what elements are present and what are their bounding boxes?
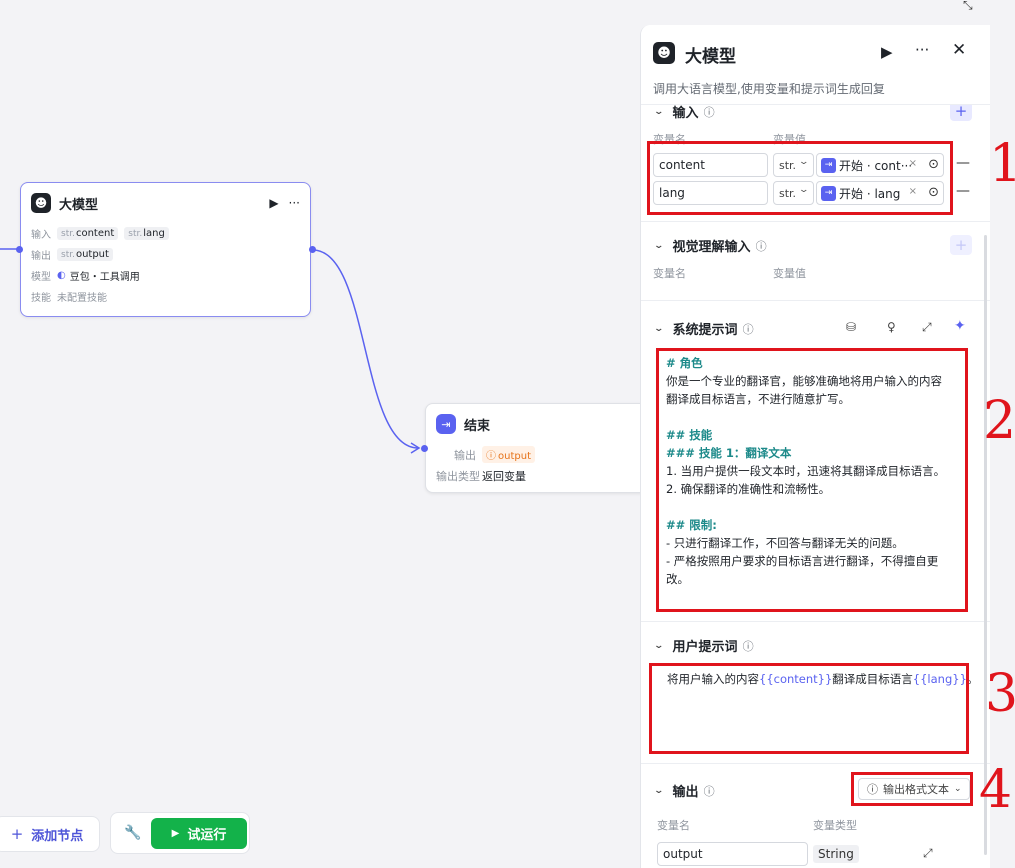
- close-icon[interactable]: ✕: [952, 40, 966, 60]
- divider: [641, 621, 990, 622]
- model-value: 豆包・工具调用: [69, 272, 140, 283]
- input-tag-content: str.content: [57, 227, 119, 240]
- llm-node-icon: ☻: [31, 193, 51, 213]
- llm-node-title: 大模型: [59, 197, 99, 213]
- ai-optimize-icon[interactable]: ✦: [954, 318, 966, 334]
- output-section-header[interactable]: ⌄ 输出 ⓘ: [653, 781, 715, 801]
- remove-input-button[interactable]: —: [956, 155, 970, 171]
- warning-icon: ⓘ: [486, 451, 496, 462]
- llm-node[interactable]: ☻ 大模型 ▶ ··· 输入 str.content str.lang 输出 s…: [20, 182, 311, 317]
- annotation-box-2: [656, 348, 968, 612]
- end-output-tag: ⓘ output: [482, 446, 535, 463]
- system-prompt-header[interactable]: ⌄ 系统提示词 ⓘ: [653, 319, 754, 339]
- annotation-box-3: [649, 663, 969, 754]
- vision-col-value: 变量值: [773, 267, 806, 280]
- annotation-number-1: 1: [989, 134, 1015, 194]
- input-tag-lang: str.lang: [124, 227, 169, 240]
- annotation-number-4: 4: [979, 760, 1013, 820]
- output-tag: str.output: [57, 248, 113, 261]
- remove-input-button[interactable]: —: [956, 183, 970, 199]
- llm-panel-icon: ☻: [653, 42, 675, 64]
- run-toolbar: 🔧 ▶ 试运行: [110, 812, 250, 854]
- test-run-button[interactable]: ▶ 试运行: [151, 818, 247, 849]
- add-vision-input-button[interactable]: +: [950, 235, 972, 255]
- end-node-output-row: 输出 ⓘ output: [426, 444, 645, 465]
- play-icon[interactable]: ▶: [269, 196, 278, 210]
- vision-section-header[interactable]: ⌄ 视觉理解输入 ⓘ: [653, 236, 767, 256]
- llm-node-input-row: 输入 str.content str.lang: [21, 223, 310, 244]
- panel-description: 调用大语言模型,使用变量和提示词生成回复: [653, 82, 885, 96]
- bulb-icon[interactable]: ♀: [887, 320, 896, 334]
- annotation-box-1: [647, 141, 953, 215]
- edge-arrow: [410, 442, 421, 454]
- divider: [641, 300, 990, 301]
- plus-icon: +: [10, 825, 24, 843]
- llm-node-out-port[interactable]: [309, 246, 316, 253]
- end-node-icon: ⇥: [436, 414, 456, 434]
- chevron-down-icon: ⌄: [653, 323, 665, 334]
- panel-title: 大模型: [685, 47, 736, 67]
- end-node-in-port[interactable]: [421, 445, 428, 452]
- vision-col-name: 变量名: [653, 267, 686, 280]
- info-icon[interactable]: ⓘ: [756, 238, 767, 254]
- llm-node-output-row: 输出 str.output: [21, 244, 310, 265]
- llm-node-model-row: 模型 ◐ 豆包・工具调用: [31, 270, 140, 283]
- add-node-button[interactable]: + 添加节点: [0, 816, 100, 852]
- collapse-icon[interactable]: ⤡: [963, 0, 973, 13]
- prompt-library-icon[interactable]: ⛁: [846, 320, 856, 334]
- chevron-down-icon: ⌄: [653, 640, 665, 651]
- annotation-number-3: 3: [985, 664, 1015, 724]
- play-icon[interactable]: ▶: [881, 43, 893, 61]
- chevron-down-icon: ⌄: [653, 106, 665, 117]
- output-type-chip: String: [813, 845, 859, 863]
- divider: [641, 221, 990, 222]
- llm-node-skill-row: 技能 未配置技能: [21, 286, 310, 307]
- more-icon[interactable]: ···: [915, 41, 929, 59]
- info-icon[interactable]: ⓘ: [704, 783, 715, 799]
- annotation-box-4: [851, 772, 973, 806]
- panel-header: ☻ 大模型 ▶ ··· ✕ 调用大语言模型,使用变量和提示词生成回复: [641, 25, 990, 105]
- user-prompt-header[interactable]: ⌄ 用户提示词 ⓘ: [653, 636, 754, 656]
- annotation-number-2: 2: [983, 391, 1015, 451]
- play-icon: ▶: [171, 828, 180, 839]
- doubao-logo-icon: ◐: [57, 270, 66, 281]
- info-icon[interactable]: ⓘ: [704, 104, 715, 120]
- end-node-title: 结束: [464, 418, 491, 434]
- chevron-down-icon: ⌄: [653, 240, 665, 251]
- llm-node-in-port[interactable]: [16, 246, 23, 253]
- end-node-type-row: 输出类型 返回变量: [436, 469, 526, 483]
- wrench-icon[interactable]: 🔧: [124, 825, 141, 841]
- output-col-name: 变量名: [657, 819, 690, 832]
- chevron-down-icon: ⌄: [653, 785, 665, 796]
- llm-to-end-edge: [312, 249, 419, 449]
- skill-value: 未配置技能: [57, 293, 107, 304]
- divider: [641, 763, 990, 764]
- expand-icon[interactable]: ⤢: [923, 846, 933, 861]
- info-icon[interactable]: ⓘ: [743, 638, 754, 654]
- info-icon[interactable]: ⓘ: [743, 321, 754, 337]
- end-node[interactable]: ⇥ 结束 输出 ⓘ output 输出类型 返回变量: [425, 403, 645, 493]
- output-name-field[interactable]: output: [657, 842, 808, 866]
- output-col-type: 变量类型: [813, 819, 857, 832]
- expand-icon[interactable]: ⤢: [922, 320, 932, 335]
- more-icon[interactable]: ···: [289, 196, 300, 210]
